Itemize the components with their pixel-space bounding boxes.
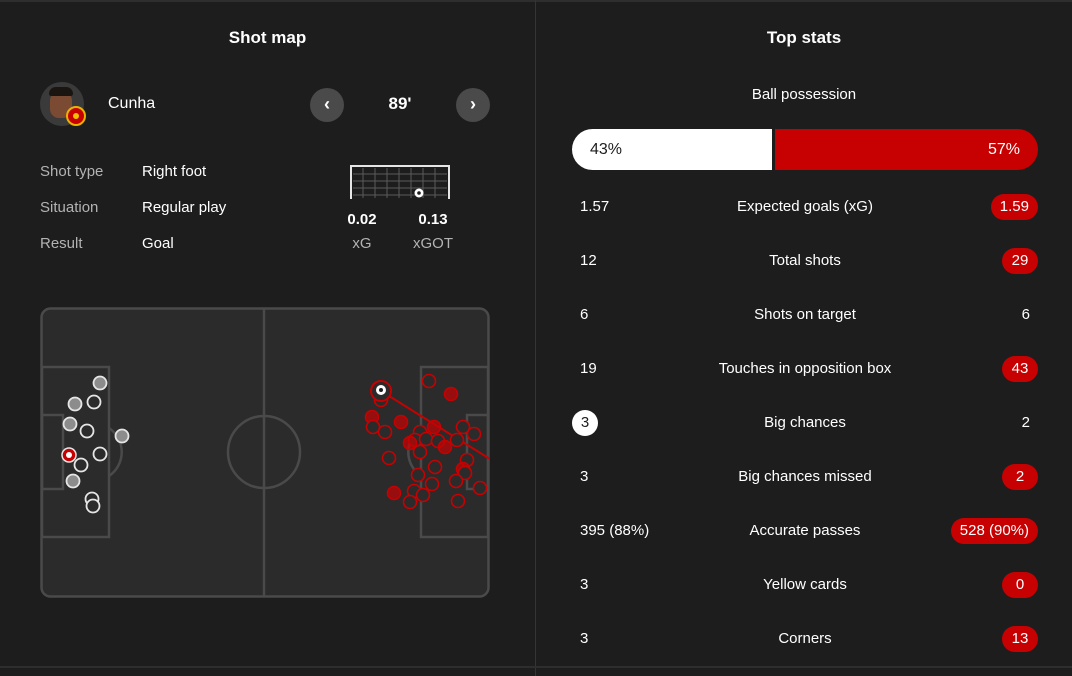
shot-marker[interactable]	[73, 457, 89, 473]
shot-marker[interactable]	[377, 424, 393, 440]
situation-value: Regular play	[142, 199, 227, 216]
possession-bar: 43% 57%	[572, 129, 1038, 170]
shot-marker[interactable]	[386, 485, 402, 501]
shot-marker[interactable]	[412, 444, 428, 460]
xgot-value: 0.13	[418, 211, 448, 228]
stat-home-value: 3	[572, 410, 598, 436]
stat-row: Big chances 3 2	[572, 410, 1038, 438]
possession-label: Ball possession	[751, 86, 857, 103]
shot-map-title: Shot map	[228, 28, 307, 47]
stat-label: Expected goals (xG)	[737, 198, 873, 215]
stat-away-value: 2	[1002, 464, 1038, 490]
xgot-label: xGOT	[413, 235, 453, 252]
possession-away: 57%	[772, 129, 1038, 170]
bottom-border	[0, 666, 1072, 668]
stat-row: Shots on target 6 6	[572, 302, 1038, 330]
shot-marker[interactable]	[415, 487, 431, 503]
stat-row: Corners 3 13	[572, 626, 1038, 654]
shot-marker[interactable]	[418, 431, 434, 447]
chevron-left-icon: ‹	[324, 94, 330, 114]
shot-marker[interactable]	[466, 426, 482, 442]
situation-label: Situation	[40, 199, 99, 216]
top-border	[0, 0, 1072, 2]
goal-frame-icon	[350, 165, 450, 199]
shot-marker[interactable]	[62, 416, 78, 432]
stat-row: Big chances missed 3 2	[572, 464, 1038, 492]
stat-label: Yellow cards	[763, 576, 847, 593]
shot-marker[interactable]	[443, 386, 459, 402]
shot-marker[interactable]	[86, 394, 102, 410]
stat-label: Big chances	[764, 414, 846, 431]
stat-row: Yellow cards 3 0	[572, 572, 1038, 600]
shot-type-value: Right foot	[142, 163, 207, 180]
stat-away-value: 0	[1002, 572, 1038, 598]
possession-home: 43%	[572, 129, 773, 170]
shot-marker[interactable]	[85, 498, 101, 514]
shot-marker[interactable]	[114, 428, 130, 444]
stat-home-value: 3	[580, 630, 589, 647]
stat-row: Expected goals (xG) 1.57 1.59	[572, 194, 1038, 222]
stat-label: Total shots	[769, 252, 841, 269]
stat-home-value: 6	[580, 306, 589, 323]
result-value: Goal	[142, 235, 174, 252]
shot-marker[interactable]	[421, 373, 437, 389]
stat-home-value: 12	[580, 252, 597, 269]
shot-marker[interactable]	[65, 473, 81, 489]
stat-label: Touches in opposition box	[718, 360, 892, 377]
stat-label: Big chances missed	[738, 468, 872, 485]
shot-marker[interactable]	[448, 473, 464, 489]
stat-home-value: 3	[580, 468, 589, 485]
player-avatar	[40, 82, 86, 126]
shot-marker[interactable]	[393, 414, 409, 430]
stat-away-value: 528 (90%)	[950, 518, 1038, 544]
stat-away-value: 2	[1021, 414, 1030, 431]
xg-label: xG	[352, 235, 372, 252]
shot-marker[interactable]	[92, 446, 108, 462]
team-badge-icon	[66, 106, 86, 126]
shot-marker[interactable]	[424, 476, 440, 492]
stat-away-value: 6	[1021, 306, 1030, 323]
shot-type-label: Shot type	[40, 163, 104, 180]
stat-home-value: 1.57	[580, 198, 610, 215]
shot-marker[interactable]	[450, 493, 466, 509]
shot-minute: 89'	[388, 94, 412, 113]
stat-away-value: 1.59	[990, 194, 1038, 220]
next-shot-button[interactable]: ›	[456, 88, 490, 122]
ball-icon	[66, 452, 72, 458]
shot-marker[interactable]	[402, 494, 418, 510]
chevron-right-icon: ›	[470, 94, 476, 114]
stat-away-value: 43	[1002, 356, 1038, 382]
shot-marker[interactable]	[381, 450, 397, 466]
stat-label: Shots on target	[754, 306, 856, 323]
previous-shot-button[interactable]: ‹	[310, 88, 344, 122]
result-label: Result	[40, 235, 83, 252]
xg-value: 0.02	[347, 211, 377, 228]
shot-marker[interactable]	[437, 439, 453, 455]
shot-map-pitch	[40, 307, 490, 598]
shot-marker[interactable]	[67, 396, 83, 412]
shot-marker[interactable]	[449, 432, 465, 448]
shot-marker[interactable]	[426, 419, 442, 435]
shot-marker[interactable]	[410, 467, 426, 483]
shot-marker[interactable]	[92, 375, 108, 391]
player-name: Cunha	[108, 95, 156, 112]
shot-marker[interactable]	[427, 459, 443, 475]
stat-away-value: 29	[1002, 248, 1038, 274]
shot-marker[interactable]	[79, 423, 95, 439]
shot-marker[interactable]	[472, 480, 488, 496]
top-stats-title: Top stats	[766, 28, 842, 47]
shot-marker[interactable]	[365, 419, 381, 435]
stat-row: Total shots 12 29	[572, 248, 1038, 276]
stat-row: Accurate passes 395 (88%) 528 (90%)	[572, 518, 1038, 546]
stat-away-value: 13	[1002, 626, 1038, 652]
stat-home-value: 3	[580, 576, 589, 593]
stat-home-value: 395 (88%)	[580, 522, 650, 539]
stat-row: Touches in opposition box 19 43	[572, 356, 1038, 384]
stat-label: Corners	[778, 630, 832, 647]
stat-home-value: 19	[580, 360, 597, 377]
player-info: Cunha	[40, 82, 155, 126]
